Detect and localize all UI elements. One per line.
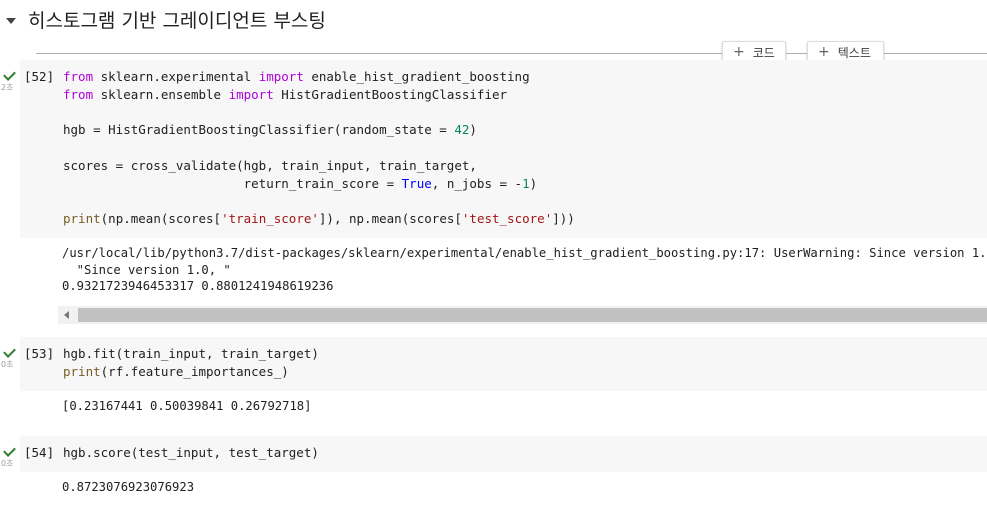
code-line: return_train_score = True, n_jobs = -1) (63, 176, 538, 191)
code-line: print(np.mean(scores['train_score']), np… (63, 211, 575, 226)
code-line: from sklearn.ensemble import HistGradien… (63, 87, 508, 102)
collapse-arrow-icon[interactable] (6, 18, 16, 24)
exec-count: [53] (24, 346, 55, 361)
output-warning: "Since version 1.0, " (62, 263, 231, 277)
scroll-left-arrow-icon[interactable] (64, 311, 69, 319)
output-text: 0.8723076923076923 (62, 480, 195, 494)
code-cell: 0초 [53] hgb.fit(train_input, train_targe… (0, 337, 987, 417)
section-title: 히스토그램 기반 그레이디언트 부스팅 (28, 10, 326, 32)
exec-time: 2초 (1, 83, 14, 92)
exec-time: 0초 (1, 459, 14, 468)
exec-count: [54] (24, 445, 55, 460)
plus-icon: + (818, 44, 830, 60)
plus-icon: + (733, 44, 745, 60)
code-line: scores = cross_validate(hgb, train_input… (63, 158, 477, 173)
horizontal-scrollbar[interactable] (58, 306, 987, 324)
run-success-check-icon (3, 68, 16, 81)
scrollbar-thumb[interactable] (78, 308, 987, 322)
exec-time: 0초 (1, 360, 14, 369)
output-text: [0.23167441 0.50039841 0.26792718] (62, 399, 312, 413)
add-code-label: 코드 (752, 45, 775, 60)
code-cell: 0초 [54] hgb.score(test_input, test_targe… (0, 436, 987, 506)
code-line: from sklearn.experimental import enable_… (63, 69, 530, 84)
exec-count: [52] (24, 69, 55, 84)
section-header: 히스토그램 기반 그레이디언트 부스팅 (0, 0, 987, 40)
code-line: hgb.fit(train_input, train_target) (63, 346, 319, 361)
add-text-label: 텍스트 (837, 45, 871, 60)
output-text: 0.9321723946453317 0.8801241948619236 (62, 279, 334, 293)
run-success-check-icon (3, 444, 16, 457)
code-cell: 2초 [52] from sklearn.experimental import… (0, 60, 987, 330)
code-line: print(rf.feature_importances_) (63, 364, 289, 379)
output-warning: /usr/local/lib/python3.7/dist-packages/s… (62, 246, 987, 260)
code-line: hgb.score(test_input, test_target) (63, 445, 319, 460)
code-line: hgb = HistGradientBoostingClassifier(ran… (63, 122, 477, 137)
run-success-check-icon (3, 345, 16, 358)
